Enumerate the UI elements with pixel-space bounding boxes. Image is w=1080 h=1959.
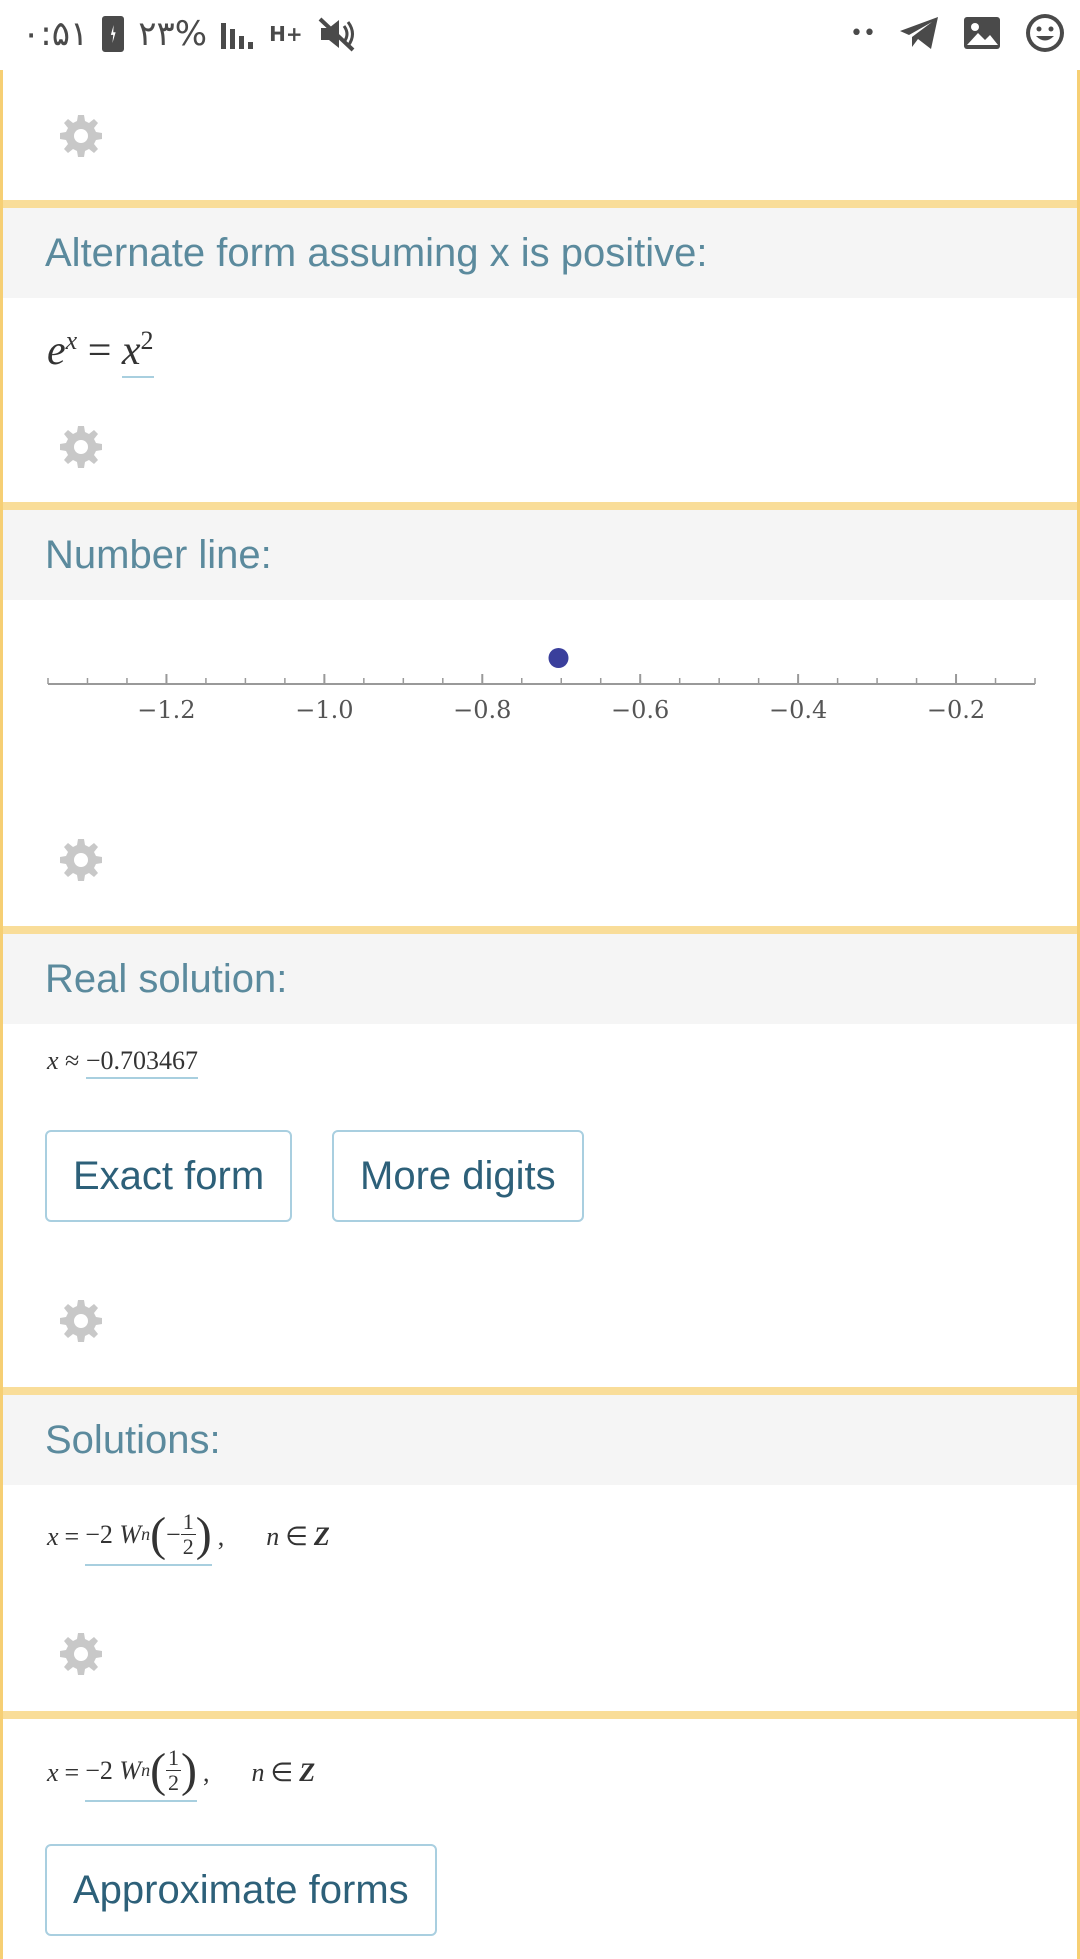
sol1-element-of: ∈: [285, 1521, 308, 1551]
solution-variable: x: [47, 1046, 59, 1075]
lhs-base: e: [47, 328, 66, 374]
gear-icon[interactable]: [58, 837, 104, 883]
number-line-labels: −1.2 −1.0 −0.8 −0.6 −0.4 −0.2: [137, 696, 985, 724]
sol1-sign: −: [166, 1519, 181, 1549]
sol2-integers: Z: [299, 1757, 316, 1787]
rhs-exponent: 2: [140, 326, 154, 355]
pod-solutions: Solutions: x = −2 Wn (− 12 ) , n ∈ Z: [0, 1395, 1080, 1711]
telegram-icon: [898, 15, 940, 51]
solution-value: −0.703467: [85, 1046, 198, 1079]
number-line-tick-label: −1.0: [295, 696, 353, 724]
sol1-lambert-w: W: [119, 1519, 142, 1549]
rhs-base: x: [121, 328, 141, 374]
status-bar: ۰:۵۱ ۲۳% H+ ••: [0, 0, 1080, 70]
more-digits-button[interactable]: More digits: [332, 1130, 584, 1222]
number-line-tick-label: −0.6: [611, 696, 669, 724]
gear-icon[interactable]: [58, 1631, 104, 1677]
solution-point: [548, 648, 569, 668]
sol2-fraction: 12: [166, 1745, 182, 1795]
network-type: H+: [269, 22, 303, 46]
sol1-num: 1: [180, 1509, 196, 1535]
pod-separator: [0, 1711, 1080, 1719]
signal-icon: [221, 19, 255, 49]
battery-percent: ۲۳%: [138, 14, 208, 54]
gear-icon[interactable]: [58, 424, 104, 470]
sol1-n: n: [266, 1521, 280, 1551]
approximate-forms-button[interactable]: Approximate forms: [45, 1844, 437, 1936]
sol1-sub: n: [141, 1524, 151, 1544]
sol1-underlined-term: −2 Wn (− 12 ): [85, 1507, 212, 1566]
results-content: Alternate form assuming x is positive: e…: [0, 70, 1080, 1959]
close-paren: ): [181, 1744, 198, 1797]
emoji-icon: [1024, 12, 1066, 54]
real-solution-expression[interactable]: x ≈ −0.703467: [47, 1046, 198, 1079]
sol2-sub: n: [141, 1760, 151, 1780]
open-paren: (: [150, 1744, 167, 1797]
more-dots: ••: [850, 20, 876, 46]
sol1-equals: =: [64, 1521, 80, 1551]
lhs-exponent: x: [65, 326, 78, 355]
pod-real-solution: Real solution: x ≈ −0.703467 Exact form …: [0, 934, 1080, 1387]
number-line-ticks: [47, 674, 1036, 684]
sol2-underlined-term: −2 Wn ( 12 ): [85, 1743, 198, 1802]
gallery-icon: [962, 15, 1002, 51]
open-paren: (: [150, 1508, 167, 1561]
pod-title: Number line:: [3, 510, 1077, 600]
approx-sign: ≈: [65, 1046, 80, 1075]
sol1-fraction: 12: [180, 1509, 196, 1559]
sol1-variable: x: [47, 1521, 59, 1551]
pod-previous: [0, 70, 1080, 200]
sol2-num: 1: [166, 1745, 182, 1771]
mute-icon: [317, 16, 357, 52]
sol2-coef: −2: [85, 1755, 113, 1785]
number-line-tick-label: −1.2: [137, 696, 195, 724]
sol2-equals: =: [64, 1757, 80, 1787]
sol2-comma: ,: [203, 1757, 210, 1787]
alternate-form-expression[interactable]: ex = x2: [47, 326, 154, 378]
pod-separator: [0, 1387, 1080, 1395]
network-type-icon: H+: [269, 22, 303, 46]
solution-2-expression[interactable]: x = −2 Wn ( 12 ) , n ∈ Z: [47, 1743, 315, 1802]
sol2-lambert-w: W: [119, 1755, 142, 1785]
rhs-underline: x2: [121, 326, 154, 378]
number-line-plot[interactable]: −1.2 −1.0 −0.8 −0.6 −0.4 −0.2: [3, 620, 1077, 760]
clock: ۰:۵۱: [22, 14, 89, 54]
pod-title: Alternate form assuming x is positive:: [3, 208, 1077, 298]
sol2-element-of: ∈: [270, 1757, 294, 1787]
sol1-den: 2: [182, 1534, 194, 1559]
pod-separator: [0, 926, 1080, 934]
sol2-n: n: [251, 1757, 265, 1787]
pod-separator: [0, 200, 1080, 208]
sol2-variable: x: [47, 1757, 59, 1787]
number-line-tick-label: −0.2: [927, 696, 985, 724]
pod-title: Real solution:: [3, 934, 1077, 1024]
battery-icon: [102, 16, 125, 52]
equals-sign: =: [87, 328, 112, 374]
status-right: ••: [850, 12, 1066, 54]
pod-separator: [0, 502, 1080, 510]
sol1-coef: −2: [85, 1519, 113, 1549]
gear-icon[interactable]: [58, 113, 104, 159]
sol1-integers: Z: [313, 1521, 330, 1551]
pod-number-line: Number line: −1.2 −1.0 −0.8 −0.6 −0.4 −0.2: [0, 510, 1080, 926]
gear-icon[interactable]: [58, 1298, 104, 1344]
solution-1-expression[interactable]: x = −2 Wn (− 12 ) , n ∈ Z: [47, 1507, 330, 1566]
number-line-tick-label: −0.4: [769, 696, 827, 724]
pod-alternate-form: Alternate form assuming x is positive: e…: [0, 208, 1080, 502]
pod-title: Solutions:: [3, 1395, 1077, 1485]
pod-solutions-continued: x = −2 Wn ( 12 ) , n ∈ Z Approximate for…: [0, 1719, 1080, 1959]
sol1-comma: ,: [217, 1521, 225, 1551]
sol2-den: 2: [168, 1770, 180, 1795]
status-left: ۰:۵۱ ۲۳% H+: [22, 14, 357, 54]
exact-form-button[interactable]: Exact form: [45, 1130, 293, 1222]
number-line-tick-label: −0.8: [453, 696, 511, 724]
close-paren: ): [195, 1508, 212, 1561]
